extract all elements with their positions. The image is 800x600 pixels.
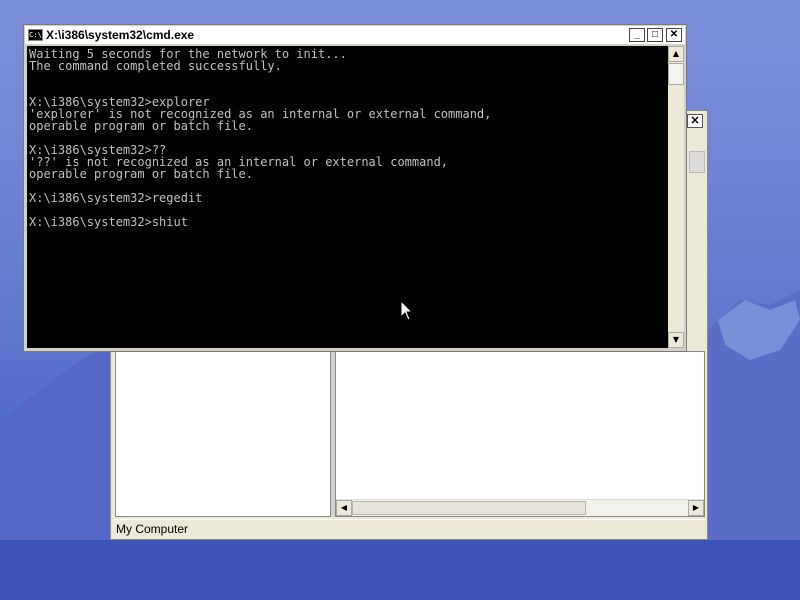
regedit-horizontal-scrollbar[interactable]: ◀ ▶ — [336, 499, 704, 516]
close-button[interactable]: ✕ — [666, 28, 682, 42]
console-line: The command completed successfully. — [29, 59, 282, 73]
desktop-lower-band — [0, 540, 800, 600]
cmd-window-title: X:\i386\system32\cmd.exe — [46, 28, 195, 42]
console-line: X:\i386\system32>shiut — [29, 215, 188, 229]
regedit-tree-pane[interactable] — [115, 351, 331, 517]
regedit-values-pane[interactable]: ◀ ▶ — [335, 351, 705, 517]
cmd-app-icon[interactable]: C:\ — [28, 29, 43, 41]
regedit-scrollbar-thumb[interactable] — [689, 151, 705, 173]
cmd-titlebar[interactable]: C:\ X:\i386\system32\cmd.exe _ □ ✕ — [25, 26, 685, 44]
console-vertical-scrollbar[interactable]: ▲ ▼ — [668, 46, 684, 348]
console-line: X:\i386\system32>regedit — [29, 191, 203, 205]
console-text: Waiting 5 seconds for the network to ini… — [27, 46, 668, 228]
regedit-close-button[interactable]: ✕ — [687, 114, 703, 128]
scroll-up-button[interactable]: ▲ — [668, 46, 684, 62]
vertical-scroll-thumb[interactable] — [668, 63, 684, 85]
console-line: operable program or batch file. — [29, 167, 253, 181]
console-output[interactable]: Waiting 5 seconds for the network to ini… — [27, 46, 668, 348]
minimize-button[interactable]: _ — [629, 28, 645, 42]
scroll-left-button[interactable]: ◀ — [336, 500, 352, 516]
regedit-status-bar: My Computer — [113, 519, 705, 537]
scroll-down-button[interactable]: ▼ — [668, 332, 684, 348]
maximize-button[interactable]: □ — [647, 28, 663, 42]
cmd-window[interactable]: C:\ X:\i386\system32\cmd.exe _ □ ✕ Waiti… — [23, 24, 687, 352]
mouse-pointer-icon — [400, 300, 414, 321]
horizontal-scroll-thumb[interactable] — [352, 501, 586, 515]
scroll-right-button[interactable]: ▶ — [688, 500, 704, 516]
console-line: operable program or batch file. — [29, 119, 253, 133]
